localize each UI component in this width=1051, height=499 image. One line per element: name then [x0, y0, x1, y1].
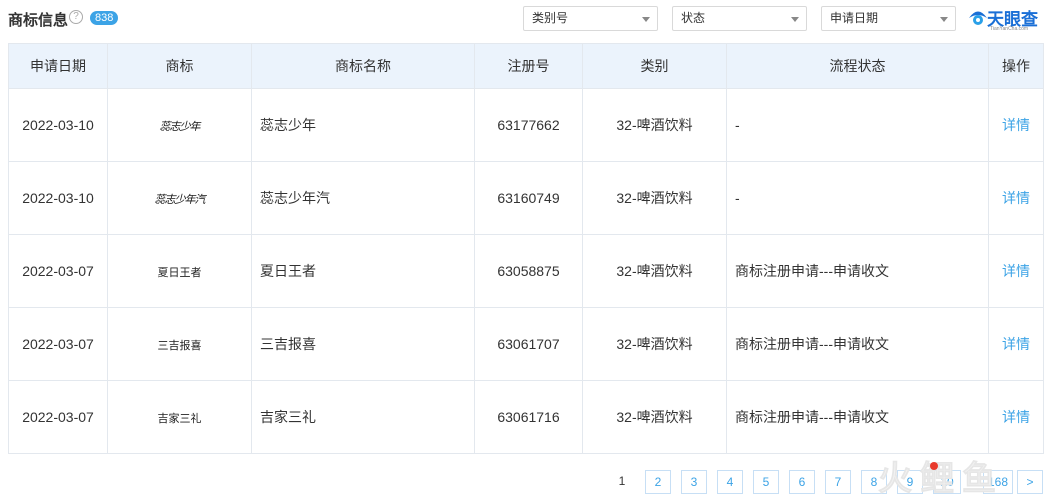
chevron-down-icon	[791, 17, 799, 22]
cell-name: 三吉报喜	[251, 307, 475, 381]
page-current: 1	[609, 470, 635, 494]
date-filter-label: 申请日期	[830, 11, 879, 25]
cell-action: 详情	[988, 88, 1044, 162]
trademark-logo-image: 蕊志少年汽	[107, 161, 252, 235]
trademark-logo-text: 吉家三礼	[157, 411, 202, 425]
table-row: 2022-03-07 吉家三礼 吉家三礼 63061716 32-啤酒饮料 商标…	[8, 380, 1044, 454]
page-button[interactable]: 5	[753, 470, 779, 494]
trademark-logo-image: 三吉报喜	[107, 307, 252, 381]
table-header-row: 申请日期 商标 商标名称 注册号 类别 流程状态 操作	[8, 43, 1044, 89]
cell-class: 32-啤酒饮料	[582, 307, 727, 381]
column-header-reg-no: 注册号	[474, 43, 583, 89]
column-header-name: 商标名称	[251, 43, 475, 89]
cell-class: 32-啤酒饮料	[582, 88, 727, 162]
cell-name: 蕊志少年	[251, 88, 475, 162]
cell-reg-no: 63061716	[474, 380, 583, 454]
column-header-flow-status: 流程状态	[726, 43, 989, 89]
column-header-action: 操作	[988, 43, 1044, 89]
eye-logo-icon	[969, 11, 987, 25]
page-button[interactable]: 4	[717, 470, 743, 494]
status-filter-select[interactable]: 状态	[672, 6, 807, 31]
cell-name: 吉家三礼	[251, 380, 475, 454]
cell-date: 2022-03-07	[8, 234, 108, 308]
cell-date: 2022-03-10	[8, 161, 108, 235]
category-filter-select[interactable]: 类别号	[523, 6, 658, 31]
table-row: 2022-03-07 夏日王者 夏日王者 63058875 32-啤酒饮料 商标…	[8, 234, 1044, 308]
page-button[interactable]: 2	[645, 470, 671, 494]
cell-action: 详情	[988, 234, 1044, 308]
watermark: 火鲤鱼	[878, 459, 1004, 499]
trademark-table: 申请日期 商标 商标名称 注册号 类别 流程状态 操作 2022-03-10 蕊…	[8, 43, 1044, 454]
column-header-logo: 商标	[107, 43, 252, 89]
details-link[interactable]: 详情	[1002, 263, 1030, 279]
page-button[interactable]: 7	[825, 470, 851, 494]
chevron-down-icon	[642, 17, 650, 22]
brand-logo: 天眼查 TianYanCha.com	[968, 5, 1048, 33]
section-title: 商标信息	[8, 12, 69, 29]
trademark-logo-text: 夏日王者	[157, 265, 202, 279]
category-filter-label: 类别号	[532, 11, 569, 25]
details-link[interactable]: 详情	[1002, 336, 1030, 352]
cell-reg-no: 63058875	[474, 234, 583, 308]
trademark-logo-text: 三吉报喜	[157, 338, 202, 352]
details-link[interactable]: 详情	[1002, 409, 1030, 425]
cell-reg-no: 63061707	[474, 307, 583, 381]
table-row: 2022-03-10 蕊志少年 蕊志少年 63177662 32-啤酒饮料 - …	[8, 88, 1044, 162]
cell-action: 详情	[988, 380, 1044, 454]
cell-flow-status: 商标注册申请---申请收文	[726, 307, 989, 381]
page-button[interactable]: 3	[681, 470, 707, 494]
trademark-logo-image: 蕊志少年	[107, 88, 252, 162]
details-link[interactable]: 详情	[1002, 190, 1030, 206]
cell-date: 2022-03-07	[8, 307, 108, 381]
table-row: 2022-03-07 三吉报喜 三吉报喜 63061707 32-啤酒饮料 商标…	[8, 307, 1044, 381]
column-header-class: 类别	[582, 43, 727, 89]
cell-flow-status: -	[726, 161, 989, 235]
cell-class: 32-啤酒饮料	[582, 161, 727, 235]
cell-reg-no: 63177662	[474, 88, 583, 162]
cell-flow-status: 商标注册申请---申请收文	[726, 234, 989, 308]
chevron-down-icon	[940, 17, 948, 22]
toolbar: 商标信息 ? 838 类别号 状态 申请日期 天眼查 TianYanCha.co…	[0, 0, 1051, 38]
cell-name: 夏日王者	[251, 234, 475, 308]
page-button[interactable]: 6	[789, 470, 815, 494]
count-badge: 838	[90, 11, 119, 25]
cell-class: 32-啤酒饮料	[582, 234, 727, 308]
cell-name: 蕊志少年汽	[251, 161, 475, 235]
question-circle-icon[interactable]: ?	[69, 10, 83, 24]
trademark-logo-image: 夏日王者	[107, 234, 252, 308]
trademark-logo-image: 吉家三礼	[107, 380, 252, 454]
cell-date: 2022-03-07	[8, 380, 108, 454]
date-filter-select[interactable]: 申请日期	[821, 6, 956, 31]
details-link[interactable]: 详情	[1002, 117, 1030, 133]
cell-date: 2022-03-10	[8, 88, 108, 162]
cell-action: 详情	[988, 161, 1044, 235]
trademark-logo-text: 蕊志少年	[159, 119, 201, 133]
watermark-dot	[930, 462, 938, 470]
cell-flow-status: -	[726, 88, 989, 162]
cell-reg-no: 63160749	[474, 161, 583, 235]
trademark-logo-text: 蕊志少年汽	[154, 192, 206, 206]
cell-flow-status: 商标注册申请---申请收文	[726, 380, 989, 454]
watermark-text: 火鲤鱼	[878, 459, 1004, 499]
table-row: 2022-03-10 蕊志少年汽 蕊志少年汽 63160749 32-啤酒饮料 …	[8, 161, 1044, 235]
status-filter-label: 状态	[681, 11, 706, 25]
cell-action: 详情	[988, 307, 1044, 381]
cell-class: 32-啤酒饮料	[582, 380, 727, 454]
column-header-date: 申请日期	[8, 43, 108, 89]
brand-sub: TianYanCha.com	[990, 26, 1029, 32]
